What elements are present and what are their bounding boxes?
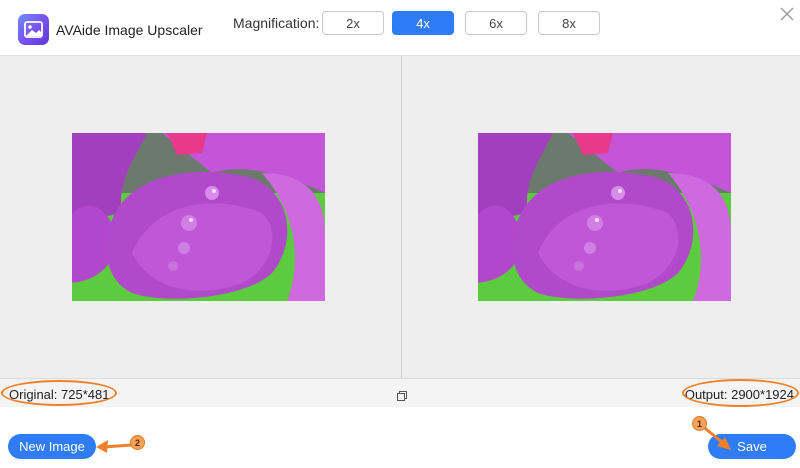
original-size-highlight: [1, 380, 117, 406]
preview-area: [0, 55, 800, 379]
output-image-preview: [478, 133, 731, 301]
app-logo-icon: [18, 14, 49, 45]
new-image-button[interactable]: New Image: [8, 434, 96, 459]
annotation-badge-1: 1: [692, 416, 707, 431]
original-image-preview: [72, 133, 325, 301]
close-icon[interactable]: [777, 4, 797, 24]
magnification-6x-button[interactable]: 6x: [465, 11, 527, 35]
magnification-label: Magnification:: [233, 15, 320, 31]
magnification-8x-button[interactable]: 8x: [538, 11, 600, 35]
magnification-2x-button[interactable]: 2x: [322, 11, 384, 35]
compare-icon[interactable]: [397, 388, 407, 401]
output-size-highlight: [682, 379, 799, 407]
header: AVAide Image Upscaler Magnification: 2x …: [0, 0, 800, 55]
magnification-4x-button[interactable]: 4x: [392, 11, 454, 35]
preview-divider[interactable]: [401, 56, 402, 379]
app-title: AVAide Image Upscaler: [56, 22, 203, 38]
info-bar: Original: 725*481 Output: 2900*1924: [0, 378, 800, 407]
annotation-badge-2: 2: [130, 435, 145, 450]
